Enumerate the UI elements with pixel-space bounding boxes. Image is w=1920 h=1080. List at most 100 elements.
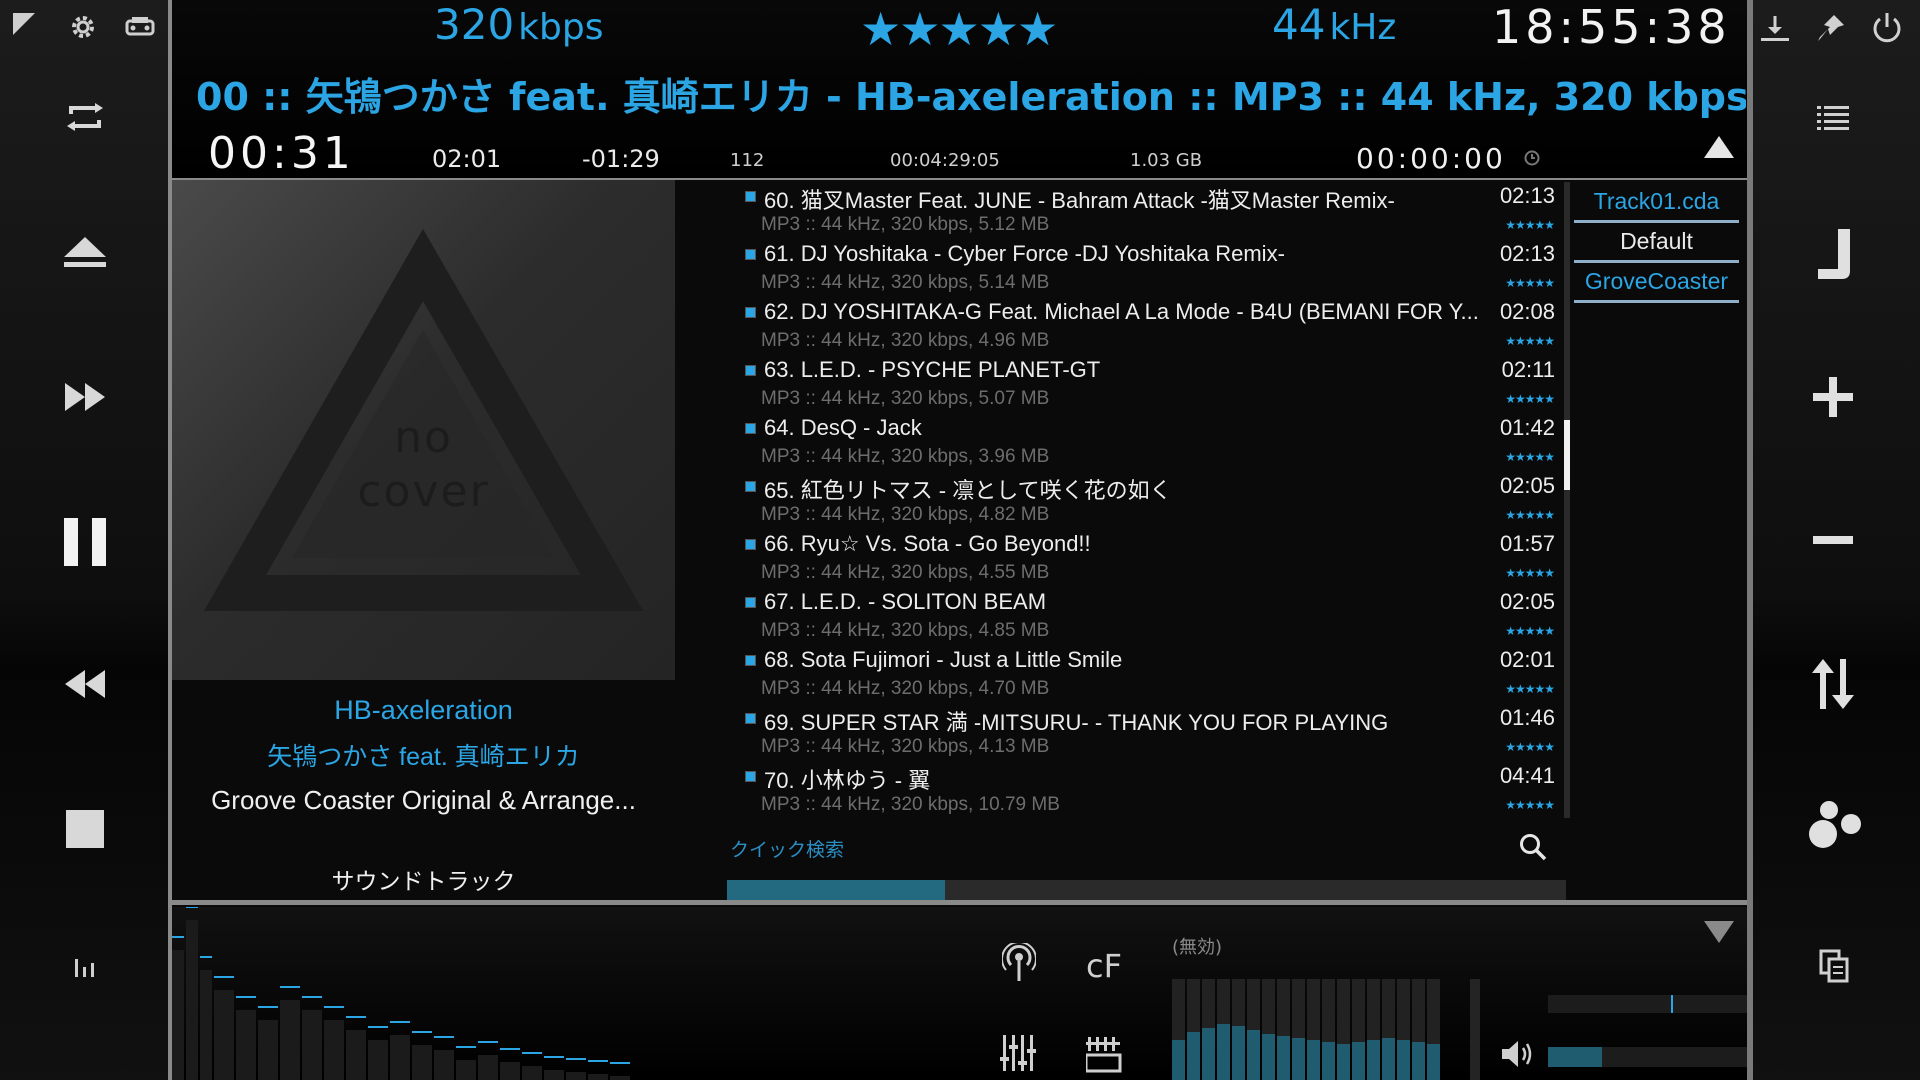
playlist-item-rating[interactable]: ★★★★★ — [1505, 334, 1555, 348]
bitrate-value: 320 — [434, 0, 515, 49]
rewind-icon[interactable] — [54, 662, 116, 706]
playlist-item[interactable]: 69. SUPER STAR 満 -MITSURU- - THANK YOU F… — [740, 702, 1555, 760]
spectrum-bar — [200, 970, 212, 1080]
quick-search-label[interactable]: クイック検索 — [730, 835, 844, 862]
minus-icon[interactable] — [1805, 520, 1861, 560]
eq-band-level — [1307, 1040, 1320, 1080]
playlist-item[interactable]: 64. DesQ - Jack MP3 :: 44 kHz, 320 kbps, … — [740, 412, 1555, 470]
timer-icon[interactable] — [1524, 150, 1540, 166]
playlist-scrollbar-track[interactable] — [1564, 182, 1570, 818]
playlist-item-rating[interactable]: ★★★★★ — [1505, 450, 1555, 464]
sort-icon[interactable] — [1805, 654, 1861, 714]
playlist-tab[interactable]: GroveCoaster — [1574, 262, 1739, 303]
collapse-down-icon[interactable] — [1702, 919, 1736, 949]
spectrum-bar — [588, 1074, 608, 1080]
playlist-item-meta: MP3 :: 44 kHz, 320 kbps, 5.14 MB — [761, 272, 1050, 293]
no-cover-text-line2: cover — [357, 466, 490, 517]
remaining-time: -01:29 — [582, 145, 660, 173]
crossfade-label[interactable]: cF — [1086, 947, 1122, 985]
corner-arrow-icon[interactable] — [8, 8, 40, 40]
equalizer-bands[interactable] — [1172, 979, 1442, 1080]
playlist-item-title: 63. L.E.D. - PSYCHE PLANET-GT — [764, 357, 1101, 382]
playlist-item[interactable]: 65. 紅色リトマス - 凛として咲く花の如く MP3 :: 44 kHz, 32… — [740, 470, 1555, 528]
playlist-item-bullet — [746, 714, 755, 723]
right-control-bar — [1753, 0, 1920, 1080]
playlist-item-rating[interactable]: ★★★★★ — [1505, 798, 1555, 812]
playlist-item[interactable]: 61. DJ Yoshitaka - Cyber Force -DJ Yoshi… — [740, 238, 1555, 296]
eq-band-level — [1232, 1026, 1245, 1080]
playlist-item[interactable]: 70. 小林ゆう - 翼 MP3 :: 44 kHz, 320 kbps, 10.… — [740, 760, 1555, 818]
playlist-item-meta: MP3 :: 44 kHz, 320 kbps, 4.82 MB — [761, 504, 1050, 525]
playlist-item-meta: MP3 :: 44 kHz, 320 kbps, 4.55 MB — [761, 562, 1050, 583]
preamp-slider[interactable] — [1470, 979, 1480, 1080]
playlist-item-rating[interactable]: ★★★★★ — [1505, 682, 1555, 696]
download-icon[interactable] — [1755, 8, 1795, 48]
car-icon[interactable] — [122, 10, 158, 44]
list-icon[interactable] — [1805, 96, 1861, 140]
playlist-item-duration: 04:41 — [1499, 763, 1555, 788]
playlist-item[interactable]: 60. 猫叉Master Feat. JUNE - Bahram Attack … — [740, 180, 1555, 238]
playlist-item-rating[interactable]: ★★★★★ — [1505, 276, 1555, 290]
total-time: 00:04:29:05 — [890, 150, 1000, 171]
pin-icon[interactable] — [1811, 8, 1851, 48]
playlist-item-meta: MP3 :: 44 kHz, 320 kbps, 5.12 MB — [761, 214, 1050, 235]
copy-icon[interactable] — [1809, 946, 1859, 986]
collapse-up-icon[interactable] — [1702, 134, 1736, 164]
spectrum-visualizer[interactable] — [172, 907, 692, 1080]
volume-icon[interactable] — [1500, 1039, 1536, 1073]
plus-icon[interactable] — [1805, 372, 1861, 422]
fast-forward-icon[interactable] — [54, 375, 116, 419]
playlist-item[interactable]: 68. Sota Fujimori - Just a Little Smile M… — [740, 644, 1555, 702]
playlist[interactable]: 60. 猫叉Master Feat. JUNE - Bahram Attack … — [740, 180, 1555, 818]
album-cover-placeholder[interactable]: no cover — [172, 180, 675, 680]
track-rating[interactable]: ★★★★★ — [860, 2, 1058, 56]
track-duration: 02:01 — [432, 145, 502, 173]
playlist-item-duration: 02:01 — [1499, 647, 1555, 672]
mixer-icon[interactable] — [1000, 1033, 1036, 1077]
balance-slider[interactable] — [1548, 995, 1747, 1013]
playlist-item-duration: 02:05 — [1499, 589, 1555, 614]
equalizer-icon[interactable] — [1084, 1033, 1122, 1077]
balls-icon[interactable] — [1805, 798, 1865, 852]
spectrum-peak — [610, 1062, 630, 1064]
playlist-tab[interactable]: Track01.cda — [1574, 182, 1739, 223]
spectrum-peak — [186, 907, 198, 908]
playlist-item-duration: 02:11 — [1501, 357, 1555, 382]
pause-icon[interactable] — [54, 514, 116, 570]
playlist-item-rating[interactable]: ★★★★★ — [1505, 740, 1555, 754]
playlist-item-rating[interactable]: ★★★★★ — [1505, 624, 1555, 638]
playlist-item-rating[interactable]: ★★★★★ — [1505, 218, 1555, 232]
spectrum-bar — [390, 1035, 410, 1080]
search-icon[interactable] — [1518, 832, 1548, 866]
spectrum-bar — [544, 1070, 564, 1080]
volume-slider[interactable] — [1548, 1047, 1747, 1067]
balance-thumb[interactable] — [1671, 995, 1673, 1013]
bottom-panel: cF (無効) — [172, 907, 1747, 1080]
power-icon[interactable] — [1865, 8, 1909, 48]
playlist-item-rating[interactable]: ★★★★★ — [1505, 392, 1555, 406]
playlist-item[interactable]: 66. Ryu☆ Vs. Sota - Go Beyond!! MP3 :: 44… — [740, 528, 1555, 586]
eq-band-level — [1352, 1042, 1365, 1080]
playlist-item[interactable]: 67. L.E.D. - SOLITON BEAM MP3 :: 44 kHz, … — [740, 586, 1555, 644]
stop-icon[interactable] — [54, 805, 116, 853]
repeat-icon[interactable] — [54, 95, 116, 139]
elapsed-time[interactable]: 00:31 — [208, 128, 355, 179]
eq-band-level — [1262, 1034, 1275, 1080]
playlist-item[interactable]: 62. DJ YOSHITAKA-G Feat. Michael A La Mo… — [740, 296, 1555, 354]
spectrum-bar — [522, 1066, 542, 1080]
eq-band-level — [1412, 1042, 1425, 1080]
playback-progress-bar[interactable] — [727, 880, 1566, 900]
jump-icon[interactable] — [1803, 226, 1863, 282]
spectrum-bar — [302, 1010, 322, 1080]
sleep-timer[interactable]: 00:00:00 — [1356, 142, 1506, 175]
eject-icon[interactable] — [54, 230, 116, 274]
playlist-scrollbar-thumb[interactable] — [1564, 420, 1570, 490]
playlist-item-rating[interactable]: ★★★★★ — [1505, 566, 1555, 580]
playlist-item[interactable]: 63. L.E.D. - PSYCHE PLANET-GT MP3 :: 44 k… — [740, 354, 1555, 412]
playlist-tab[interactable]: Default — [1574, 222, 1739, 263]
eq-band-level — [1367, 1040, 1380, 1080]
gear-icon[interactable] — [66, 10, 100, 44]
broadcast-icon[interactable] — [1001, 941, 1037, 987]
spectrum-icon[interactable] — [60, 950, 110, 984]
playlist-item-rating[interactable]: ★★★★★ — [1505, 508, 1555, 522]
